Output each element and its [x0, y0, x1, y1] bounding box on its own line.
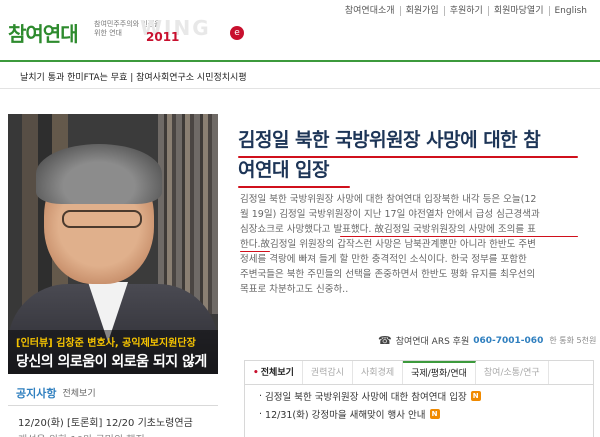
breaking-news-bar[interactable]: 날치기 통과 한미FTA는 무효 | 참여사회연구소 시민정치시평 — [20, 70, 247, 83]
phone-icon: ☎ — [378, 334, 392, 347]
logo-e-badge-icon: e — [230, 26, 244, 40]
person-hair — [36, 144, 162, 204]
list-item[interactable]: · 12/31(화) 강정마을 새해맞이 행사 안내 N — [245, 403, 593, 421]
article-title[interactable]: 김정일 북한 국방위원장 사망에 대한 참 여연대 입장 — [238, 125, 588, 185]
article-title-line: 김정일 북한 국방위원장 사망에 대한 참 — [238, 129, 541, 151]
notice-header: 공지사항 전체보기 — [8, 380, 218, 406]
top-navigation: 참여연대소개 회원가입 후원하기 회원마당열기 English — [340, 6, 592, 16]
section-rule — [0, 88, 600, 89]
article-body-line: 월 19일) 김정일 국방위원장이 지난 17일 야전열차 안에서 급성 심근경… — [240, 209, 540, 220]
body-underline-mark — [340, 236, 578, 237]
category-tabs: • 전체보기 권력감시 사회경제 국제/평화/연대 참여/소통/연구 — [245, 361, 593, 385]
logo-year: 2011 — [146, 30, 180, 44]
notice-section: 공지사항 전체보기 12/20(화) [토론회] 12/20 기초노령연금 개선… — [8, 380, 218, 437]
article-body-line: 정세를 격랑에 빠져 들게 할 만한 충격적인 소식이다. 한국 정부를 포함한 — [240, 254, 527, 265]
tab-participation[interactable]: 참여/소통/연구 — [476, 361, 549, 384]
nav-join-link[interactable]: 회원가입 — [399, 6, 444, 16]
feature-photo-banner[interactable]: [인터뷰] 김창준 변호사, 공익제보지원단장 당신의 의로움이 외로움 되지 … — [8, 114, 218, 374]
nav-donate-link[interactable]: 후원하기 — [443, 6, 488, 16]
tab-socio-economic[interactable]: 사회경제 — [353, 361, 404, 384]
nav-english-link[interactable]: English — [548, 6, 593, 16]
tab-power-watch[interactable]: 권력감시 — [303, 361, 354, 384]
article-title-line: 여연대 입장 — [238, 159, 330, 181]
nav-about-link[interactable]: 참여연대소개 — [340, 6, 400, 16]
new-badge-icon: N — [429, 409, 440, 419]
notice-more-link[interactable]: 전체보기 — [62, 386, 95, 399]
article-body-line: 주변국들은 북한 주민들의 선택을 존중하면서 한반도 평화 유지를 최우선의 — [240, 269, 536, 280]
site-logo[interactable]: 참여연대 참여민주주의와 인권을 위한 연대 WING 2011 e — [8, 16, 248, 52]
article-body-line: 심장쇼크로 사망했다고 발표했다. 故김정일 국방위원장의 사망에 조의를 표 — [240, 224, 536, 235]
article-body-line: 목표로 차분하고도 신중하.. — [240, 284, 349, 295]
ars-label: 참여연대 ARS 후원 — [395, 337, 470, 347]
tab-international-peace[interactable]: 국제/평화/연대 — [403, 361, 476, 384]
article-body-line: 한다.故김정일 위원장의 갑작스런 사망은 남북관계뿐만 아니라 한반도 주변 — [240, 239, 536, 250]
feature-caption-tag: [인터뷰] 김창준 변호사, 공익제보지원단장 — [16, 338, 196, 349]
notice-item[interactable]: 개선을 위한 10만 국민의 행진 — [8, 429, 218, 437]
tab-all[interactable]: • 전체보기 — [245, 361, 303, 384]
nav-member-link[interactable]: 회원마당열기 — [487, 6, 549, 16]
bullet-icon: • — [253, 368, 259, 378]
feature-caption-title: 당신의 의로움이 외로움 되지 않게 — [16, 354, 207, 370]
ars-note: 한 통화 5천원 — [549, 336, 597, 345]
title-underline-mark — [238, 186, 350, 188]
article-body-line: 김정일 북한 국방위원장 사망에 대한 참여연대 입장북한 내각 등은 오늘(1… — [240, 194, 537, 205]
person-glasses — [62, 210, 142, 228]
logo-wordmark: 참여연대 — [8, 22, 79, 46]
list-item-title: 12/31(화) 강정마을 새해맞이 행사 안내 — [265, 410, 426, 421]
ars-number: 060-7001-060 — [473, 335, 544, 346]
article-summary: 김정일 북한 국방위원장 사망에 대한 참여연대 입장북한 내각 등은 오늘(1… — [240, 192, 582, 297]
new-badge-icon: N — [470, 391, 481, 401]
notice-item[interactable]: 12/20(화) [토론회] 12/20 기초노령연금 — [8, 406, 218, 429]
ars-donation[interactable]: ☎ 참여연대 ARS 후원 060-7001-060 한 통화 5천원 — [378, 334, 596, 347]
title-underline-mark — [238, 156, 578, 158]
body-underline-mark — [240, 251, 270, 252]
list-item-title: 김정일 북한 국방위원장 사망에 대한 참여연대 입장 — [265, 392, 467, 403]
notice-title: 공지사항 — [16, 386, 57, 400]
category-news-box: • 전체보기 권력감시 사회경제 국제/평화/연대 참여/소통/연구 · 김정일 … — [244, 360, 594, 437]
header-divider — [0, 60, 600, 62]
list-item[interactable]: · 김정일 북한 국방위원장 사망에 대한 참여연대 입장 N — [245, 385, 593, 403]
